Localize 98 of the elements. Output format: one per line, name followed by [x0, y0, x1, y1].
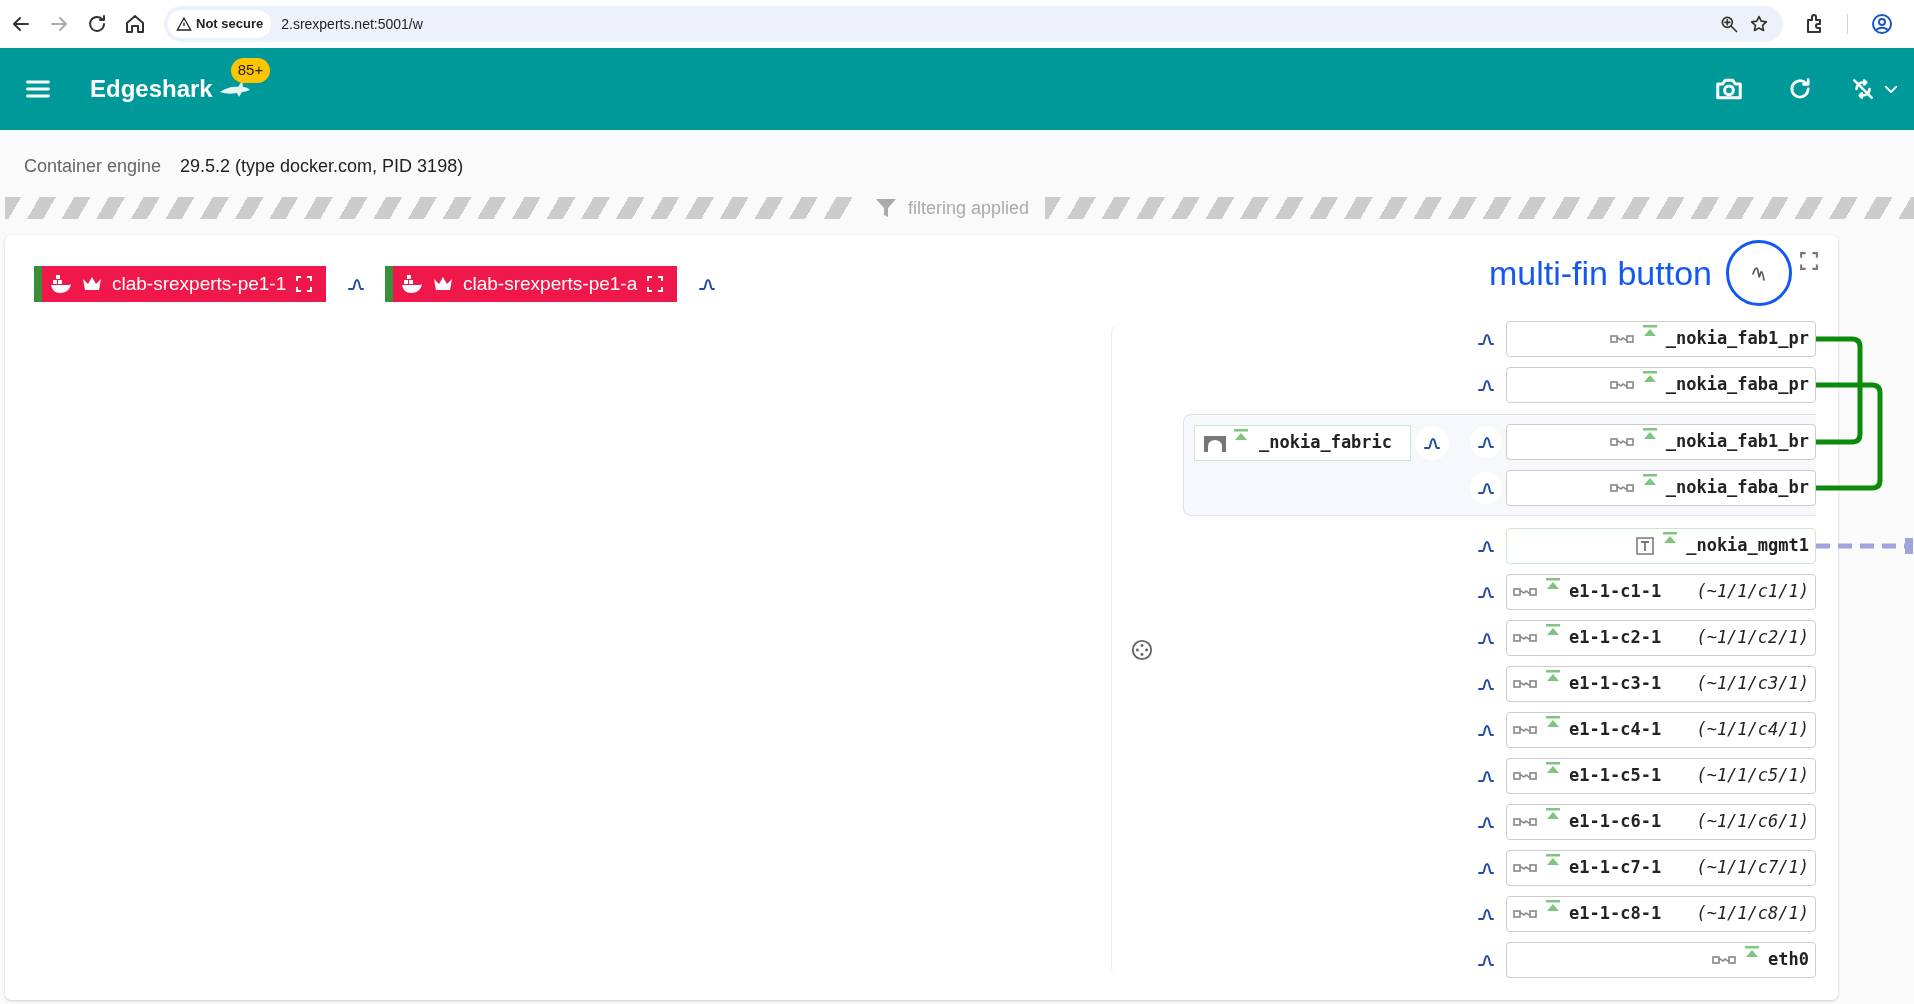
pulse-icon	[1478, 584, 1494, 600]
veth-icon	[1513, 770, 1537, 782]
interface-node[interactable]: e1-1-c1-1 (~1/1/c1/1)	[1506, 574, 1816, 610]
veth-icon	[1609, 379, 1634, 391]
interface-alias: (~1/1/c3/1)	[1696, 672, 1809, 696]
zoom-icon[interactable]	[1719, 14, 1739, 34]
crown-icon	[82, 276, 102, 292]
veth-icon	[1513, 632, 1537, 644]
interface-node[interactable]: _nokia_fab1_pr	[1506, 321, 1816, 357]
interface-name: e1-1-c3-1	[1569, 672, 1662, 696]
pod-chip[interactable]: clab-srexperts-pe1-1	[34, 266, 326, 302]
interface-name: e1-1-c1-1	[1569, 580, 1662, 604]
warning-icon	[176, 16, 192, 32]
veth-icon	[1513, 586, 1537, 598]
interface-node[interactable]: e1-1-c5-1 (~1/1/c5/1)	[1506, 758, 1816, 794]
pulse-icon	[347, 276, 364, 292]
fullscreen-icon[interactable]	[1800, 252, 1818, 270]
interface-name: e1-1-c7-1	[1569, 856, 1662, 880]
address-bar[interactable]: Not secure 2.srexperts.net:5001/w	[164, 6, 1783, 42]
pulse-icon	[698, 276, 715, 292]
sync-off-menu[interactable]	[1850, 76, 1900, 102]
interface-name: e1-1-c6-1	[1569, 810, 1662, 834]
count-badge: 85+	[230, 58, 271, 83]
pulse-icon	[1478, 722, 1494, 738]
interface-name: eth0	[1768, 948, 1809, 972]
sync-off-icon	[1850, 76, 1876, 102]
interface-node[interactable]: eth0	[1506, 942, 1816, 978]
interface-name: e1-1-c2-1	[1569, 626, 1662, 650]
info-label: Container engine	[24, 154, 163, 178]
interface-node[interactable]: e1-1-c7-1 (~1/1/c7/1)	[1506, 850, 1816, 886]
interface-name: _nokia_faba_br	[1665, 476, 1809, 500]
veth-icon	[1513, 862, 1537, 874]
veth-icon	[1513, 908, 1537, 920]
docker-icon	[401, 274, 423, 294]
bridge-name: _nokia_fabric	[1259, 431, 1393, 455]
pulse-icon	[1424, 435, 1440, 451]
expand-icon	[296, 276, 313, 292]
star-icon[interactable]	[1749, 14, 1769, 34]
interface-node[interactable]: _nokia_mgmt1	[1506, 528, 1816, 564]
pulse-icon	[1478, 630, 1494, 646]
interface-node[interactable]: _nokia_faba_pr	[1506, 367, 1816, 403]
interface-alias: (~1/1/c8/1)	[1696, 902, 1809, 926]
pulse-icon	[1478, 434, 1494, 450]
expand-icon	[647, 276, 664, 292]
pulse-icon	[1478, 538, 1494, 554]
veth-icon	[1513, 816, 1537, 828]
interface-alias: (~1/1/c5/1)	[1696, 764, 1809, 788]
security-chip[interactable]: Not secure	[168, 10, 272, 38]
interface-name: e1-1-c4-1	[1569, 718, 1662, 742]
interface-node[interactable]: e1-1-c6-1 (~1/1/c6/1)	[1506, 804, 1816, 840]
interface-name: _nokia_mgmt1	[1686, 534, 1809, 558]
security-label: Not secure	[196, 15, 264, 34]
veth-icon	[1513, 678, 1537, 690]
interface-node[interactable]: _nokia_faba_br	[1506, 470, 1816, 506]
pulse-icon	[1478, 331, 1494, 347]
pulse-icon	[1478, 952, 1494, 968]
profile-icon[interactable]	[1870, 12, 1894, 36]
interface-alias: (~1/1/c1/1)	[1696, 580, 1809, 604]
annotation-text: multi-fin button	[1489, 252, 1712, 294]
veth-icon	[1609, 482, 1634, 494]
pulse-icon	[1478, 768, 1494, 784]
interface-node[interactable]: _nokia_fab1_br	[1506, 424, 1816, 460]
interface-alias: (~1/1/c2/1)	[1696, 626, 1809, 650]
veth-icon	[1609, 333, 1634, 345]
docker-icon	[50, 274, 72, 294]
pod-chip[interactable]: clab-srexperts-pe1-a	[385, 266, 677, 302]
multi-fin-button[interactable]	[1726, 240, 1792, 306]
boxed-t-icon	[1636, 537, 1655, 555]
veth-icon	[1712, 954, 1737, 966]
interface-node[interactable]: e1-1-c8-1 (~1/1/c8/1)	[1506, 896, 1816, 932]
veth-icon	[1513, 724, 1537, 736]
app-title: Edgeshark	[90, 74, 213, 104]
interface-node[interactable]: e1-1-c4-1 (~1/1/c4/1)	[1506, 712, 1816, 748]
interface-node[interactable]: e1-1-c2-1 (~1/1/c2/1)	[1506, 620, 1816, 656]
interface-alias: (~1/1/c4/1)	[1696, 718, 1809, 742]
interface-name: e1-1-c8-1	[1569, 902, 1662, 926]
target-icon[interactable]	[1131, 639, 1153, 661]
crown-icon	[433, 276, 453, 292]
pulse-icon	[1478, 906, 1494, 922]
interface-alias: (~1/1/c6/1)	[1696, 810, 1809, 834]
bridge-node[interactable]: _nokia_fabric	[1194, 425, 1411, 461]
pulse-icon	[1478, 860, 1494, 876]
pulse-icon	[1478, 480, 1494, 496]
interface-alias: (~1/1/c7/1)	[1696, 856, 1809, 880]
filter-label: filtering applied	[908, 196, 1030, 220]
pulse-icon	[1478, 377, 1494, 393]
interface-name: _nokia_fab1_pr	[1665, 327, 1809, 351]
home-icon[interactable]	[123, 12, 147, 36]
url-text: 2.srexperts.net:5001/w	[281, 14, 423, 34]
interface-node[interactable]: e1-1-c3-1 (~1/1/c3/1)	[1506, 666, 1816, 702]
pulse-icon	[1478, 676, 1494, 692]
pulse-icon	[1478, 814, 1494, 830]
info-value: 29.5.2 (type docker.com, PID 3198)	[180, 154, 464, 178]
interface-name: _nokia_faba_pr	[1665, 373, 1809, 397]
interface-name: e1-1-c5-1	[1569, 764, 1662, 788]
arch-icon	[1203, 433, 1227, 453]
veth-icon	[1609, 436, 1634, 448]
interface-name: _nokia_fab1_br	[1665, 430, 1809, 454]
